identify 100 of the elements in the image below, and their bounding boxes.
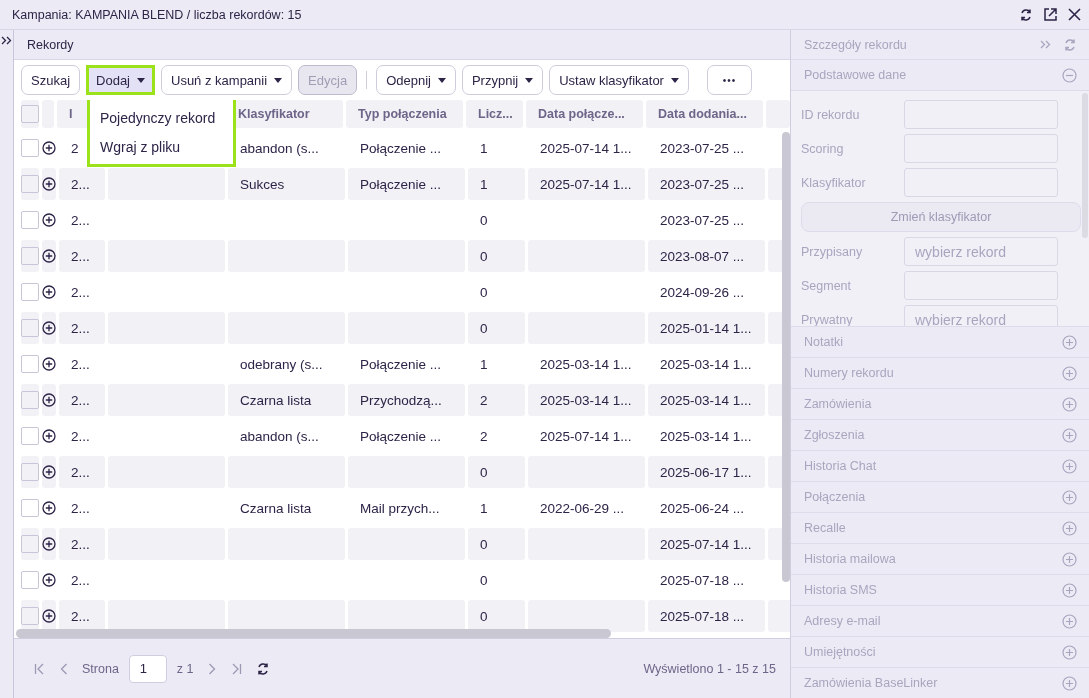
toolbar-button[interactable]: Szukaj	[21, 65, 81, 95]
horizontal-scrollbar[interactable]	[16, 629, 611, 638]
checkbox[interactable]	[21, 105, 40, 123]
plus-circle-icon[interactable]	[42, 573, 56, 587]
input-field[interactable]	[904, 271, 1058, 300]
table-cell: 1	[468, 168, 525, 200]
table-cell-text: Czarna lista	[239, 499, 313, 518]
plus-circle-icon[interactable]	[42, 501, 56, 515]
plus-circle-icon[interactable]	[42, 213, 56, 227]
collapse-icon[interactable]	[1040, 40, 1051, 49]
field-label: Klasyfikator	[801, 175, 867, 190]
section-title: Notatki	[804, 335, 843, 349]
section-title: Historia SMS	[804, 583, 877, 597]
checkbox[interactable]	[21, 571, 39, 589]
section-title: Zamówienia	[804, 397, 872, 411]
toolbar-button[interactable]: Ustaw klasyfikator	[549, 65, 689, 95]
external-link-icon[interactable]	[1043, 7, 1058, 22]
checkbox[interactable]	[21, 319, 39, 337]
refresh-icon[interactable]	[255, 661, 270, 676]
plus-circle-icon[interactable]	[42, 537, 56, 551]
checkbox[interactable]	[21, 391, 39, 409]
checkbox[interactable]	[21, 463, 39, 481]
input-field[interactable]	[904, 134, 1058, 163]
table-cell: 0	[468, 600, 525, 632]
table-cell: 2	[468, 384, 525, 416]
more-button[interactable]: •••	[706, 65, 752, 95]
table-cell-text: 2...	[70, 355, 91, 374]
table-cell: 2...	[59, 240, 105, 272]
toolbar-button[interactable]: Odepnij	[376, 65, 456, 95]
input-field[interactable]	[904, 100, 1058, 129]
section-title: Recalle	[804, 521, 846, 535]
section-title: Zgłoszenia	[804, 428, 865, 442]
section-title: Umiejętności	[804, 645, 876, 659]
toolbar-button[interactable]: Usuń z kampanii	[161, 65, 293, 95]
plus-circle-icon[interactable]	[42, 249, 56, 263]
table-cell: Połączenie ...	[348, 168, 465, 200]
table-cell-text: 2...	[70, 427, 91, 446]
table-cell-text: 2025-06-24 ...	[659, 499, 746, 518]
column-header[interactable]: Licz...	[466, 100, 523, 128]
table-cell: 2025-03-14 1...	[528, 384, 645, 416]
page-input[interactable]: 1	[128, 654, 167, 683]
table-cell: 2...	[59, 600, 105, 632]
first-page-icon[interactable]	[34, 662, 46, 675]
table-cell: 2...	[59, 168, 105, 200]
input-field[interactable]	[904, 168, 1058, 197]
plus-circle-icon[interactable]	[42, 321, 56, 335]
plus-circle-icon[interactable]	[42, 393, 56, 407]
table-cell: 2025-07-18 ...	[648, 600, 765, 632]
table-cell: 2023-07-25 ...	[648, 168, 765, 200]
column-header[interactable]: Data połącze...	[526, 100, 643, 128]
window-title: Kampania: KAMPANIA BLEND / liczba rekordów: 15	[12, 7, 303, 22]
checkbox[interactable]	[21, 175, 39, 193]
table-cell: 0	[468, 312, 525, 344]
table-cell-text: 1	[479, 499, 489, 518]
plus-circle-icon[interactable]	[42, 285, 56, 299]
vertical-scrollbar[interactable]	[782, 132, 790, 582]
table-cell: 2...	[59, 384, 105, 416]
table-cell-text: abandon (s...	[239, 139, 320, 158]
input-field[interactable]: wybierz rekord	[904, 237, 1058, 266]
table-cell-text: 0	[479, 283, 489, 302]
checkbox[interactable]	[21, 247, 39, 265]
field-label: ID rekordu	[801, 107, 861, 122]
field-label: Scoring	[801, 141, 845, 156]
checkbox[interactable]	[21, 607, 39, 625]
previous-page-icon[interactable]	[60, 662, 68, 675]
plus-circle-icon[interactable]	[42, 465, 56, 479]
column-header[interactable]	[766, 100, 790, 128]
table-cell-text: 2...	[70, 571, 91, 590]
checkbox[interactable]	[21, 499, 39, 517]
section-title: Historia Chat	[804, 459, 877, 473]
next-page-icon[interactable]	[207, 662, 216, 675]
refresh-icon[interactable]	[1019, 7, 1033, 22]
column-header[interactable]: Data dodania...	[646, 100, 763, 128]
plus-circle-icon[interactable]	[42, 177, 56, 191]
field-label: Segment	[801, 278, 853, 293]
expand-icon[interactable]	[1, 36, 12, 45]
toolbar-button[interactable]: Dodaj	[86, 65, 155, 95]
checkbox[interactable]	[21, 355, 39, 373]
plus-circle-icon[interactable]	[42, 141, 56, 155]
close-icon[interactable]	[1068, 8, 1081, 21]
column-header[interactable]: Typ połączenia	[346, 100, 463, 128]
minus-circle-icon[interactable]	[1062, 67, 1077, 83]
section-title: Podstawowe dane	[804, 68, 907, 82]
table-cell: 2...	[59, 528, 105, 560]
section-title: Historia mailowa	[804, 552, 896, 566]
table-cell: 0	[468, 240, 525, 272]
checkbox[interactable]	[21, 427, 39, 445]
checkbox[interactable]	[21, 211, 39, 229]
table-cell-text: 2024-09-26 ...	[659, 283, 746, 302]
checkbox[interactable]	[21, 139, 39, 157]
toolbar-button[interactable]: Przypnij	[461, 65, 544, 95]
section-title: Zamówienia BaseLinker	[804, 676, 938, 690]
checkbox[interactable]	[21, 283, 39, 301]
table-cell-text: 2025-03-14 1...	[659, 355, 753, 374]
checkbox[interactable]	[21, 535, 39, 553]
plus-circle-icon[interactable]	[42, 357, 56, 371]
table-cell-text: 2...	[70, 499, 91, 518]
menu-item[interactable]: Wgraj z pliku	[90, 132, 233, 161]
plus-circle-icon[interactable]	[42, 429, 56, 443]
plus-circle-icon[interactable]	[42, 609, 56, 623]
